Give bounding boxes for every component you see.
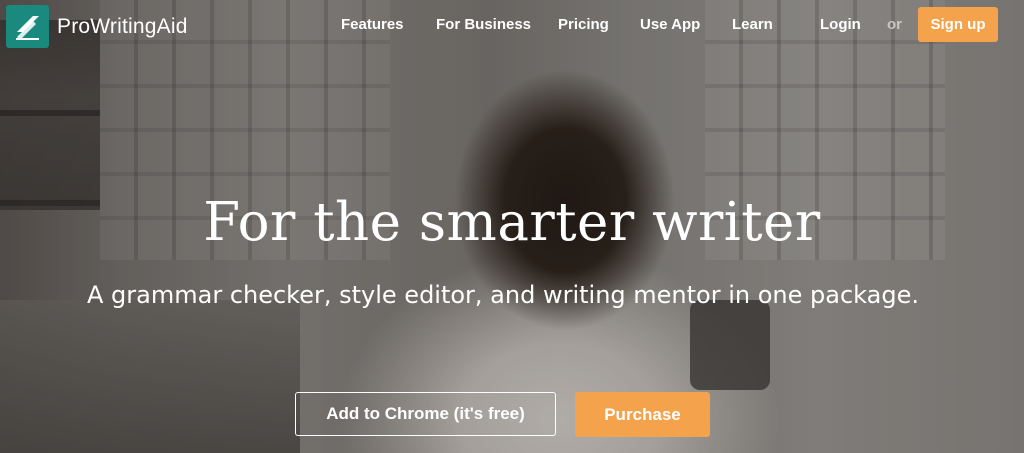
- nav-features[interactable]: Features: [341, 16, 404, 33]
- hero-headline: For the smarter writer: [203, 192, 821, 253]
- nav-learn[interactable]: Learn: [732, 16, 773, 33]
- brand-logo[interactable]: ProWritingAid: [6, 5, 188, 48]
- nav-pricing[interactable]: Pricing: [558, 16, 609, 33]
- nav-use-app[interactable]: Use App: [640, 16, 700, 33]
- brand-name: ProWritingAid: [57, 14, 188, 38]
- purchase-button[interactable]: Purchase: [575, 392, 710, 437]
- signup-button[interactable]: Sign up: [918, 7, 998, 42]
- login-link[interactable]: Login: [820, 16, 861, 33]
- hero-subheadline: A grammar checker, style editor, and wri…: [87, 281, 919, 309]
- quill-pages-icon: [6, 5, 49, 48]
- top-navigation: ProWritingAid Features For Business Pric…: [0, 0, 1024, 50]
- add-to-chrome-button[interactable]: Add to Chrome (it's free): [295, 392, 556, 436]
- nav-for-business[interactable]: For Business: [436, 16, 531, 33]
- or-separator: or: [887, 16, 902, 33]
